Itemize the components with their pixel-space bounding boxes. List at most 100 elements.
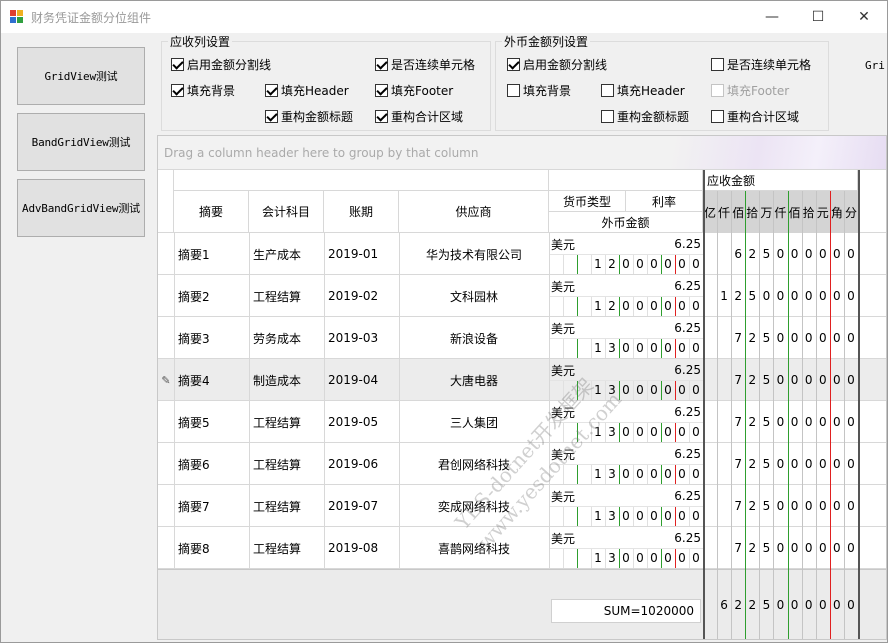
foreign-option-checkbox[interactable]: 是否连续单元格 [711, 56, 811, 72]
col-header-period[interactable]: 账期 [324, 191, 399, 233]
cell-currency[interactable]: 美元 [551, 486, 575, 506]
cell-account[interactable]: 生产成本 [253, 233, 324, 275]
receivable-option-checkbox[interactable]: 重构金额标题 [265, 108, 353, 124]
cell-summary[interactable]: 摘要4 [178, 359, 249, 401]
cell-summary[interactable]: 摘要7 [178, 485, 249, 527]
cell-period[interactable]: 2019-01 [328, 233, 399, 275]
cell-account[interactable]: 工程结算 [253, 527, 324, 569]
foreign-checkbox-box[interactable] [711, 57, 724, 71]
foreign-checkbox-box[interactable] [601, 109, 614, 123]
cell-rate[interactable]: 6.25 [626, 234, 701, 254]
receivable-checkbox-box[interactable] [265, 83, 278, 97]
maximize-button[interactable]: ☐ [795, 1, 841, 33]
cell-account[interactable]: 工程结算 [253, 485, 324, 527]
receivable-checkbox-box[interactable] [375, 83, 388, 97]
cell-currency[interactable]: 美元 [551, 402, 575, 422]
receivable-option-checkbox[interactable]: 填充Footer [375, 82, 453, 98]
foreign-checkbox-box[interactable] [507, 83, 520, 97]
col-header-account[interactable]: 会计科目 [249, 191, 324, 233]
cell-rate[interactable]: 6.25 [626, 486, 701, 506]
table-row[interactable]: 摘要5 工程结算 2019-05 三人集团 美元 6.25 1 3 0 0 0 0 0 0 7 2 5 0 0 0 0 0… [158, 401, 886, 443]
cell-currency[interactable]: 美元 [551, 234, 575, 254]
cell-currency[interactable]: 美元 [551, 444, 575, 464]
cell-supplier[interactable]: 三人集团 [399, 401, 549, 443]
receivable-checkbox-box[interactable] [375, 57, 388, 71]
table-row[interactable]: 摘要7 工程结算 2019-07 奕成网络科技 美元 6.25 1 3 0 0 0 0 0 0 7 2 5 0 0 0… [158, 485, 886, 527]
col-header-supplier[interactable]: 供应商 [399, 191, 549, 233]
foreign-option-checkbox[interactable]: 重构金额标题 [601, 108, 689, 124]
receivable-option-checkbox[interactable]: 启用金额分割线 [171, 56, 271, 72]
cell-currency[interactable]: 美元 [551, 318, 575, 338]
cell-account[interactable]: 制造成本 [253, 359, 324, 401]
foreign-option-checkbox[interactable]: 填充背景 [507, 82, 571, 98]
cell-supplier[interactable]: 君创网络科技 [399, 443, 549, 485]
cell-period[interactable]: 2019-04 [328, 359, 399, 401]
foreign-option-checkbox[interactable]: 填充Header [601, 82, 685, 98]
cell-period[interactable]: 2019-06 [328, 443, 399, 485]
receivable-checkbox-box[interactable] [171, 83, 184, 97]
cell-currency[interactable]: 美元 [551, 360, 575, 380]
receivable-checkbox-box[interactable] [375, 109, 388, 123]
cell-rate[interactable]: 6.25 [626, 276, 701, 296]
cell-account[interactable]: 工程结算 [253, 401, 324, 443]
table-row[interactable]: 摘要8 工程结算 2019-08 喜鹊网络科技 美元 6.25 1 3 0 0 0 0 0 0 7 2 5 0 0 0… [158, 527, 886, 569]
cell-summary[interactable]: 摘要6 [178, 443, 249, 485]
table-row[interactable]: 摘要3 劳务成本 2019-03 新浪设备 美元 6.25 1 3 0 0 0 0 0 0 7 2 5 0 0 0 0 0… [158, 317, 886, 359]
cell-supplier[interactable]: 奕成网络科技 [399, 485, 549, 527]
receivable-option-checkbox[interactable]: 填充Header [265, 82, 349, 98]
foreign-checkbox-box[interactable] [507, 57, 520, 71]
foreign-checkbox-box[interactable] [711, 83, 724, 97]
title-bar[interactable]: 财务凭证金额分位组件 — ☐ ✕ [1, 1, 887, 33]
advbandgridview-test-button[interactable]: AdvBandGridView测试 [17, 179, 145, 237]
bandgridview-test-button[interactable]: BandGridView测试 [17, 113, 145, 171]
advbandgrid[interactable]: Drag a column header here to group by th… [157, 135, 887, 640]
col-header-foreign-amount[interactable]: 外币金额 [549, 212, 703, 233]
cell-supplier[interactable]: 新浪设备 [399, 317, 549, 359]
receivable-checkbox-box[interactable] [265, 109, 278, 123]
cell-rate[interactable]: 6.25 [626, 318, 701, 338]
cell-supplier[interactable]: 华为技术有限公司 [399, 233, 549, 275]
cell-period[interactable]: 2019-07 [328, 485, 399, 527]
receivable-option-checkbox[interactable]: 填充背景 [171, 82, 235, 98]
receivable-checkbox-box[interactable] [171, 57, 184, 71]
minimize-button[interactable]: — [749, 1, 795, 33]
col-header-summary[interactable]: 摘要 [174, 191, 249, 233]
table-row[interactable]: ✎ 摘要4 制造成本 2019-04 大唐电器 美元 6.25 1 3 0 0 0 0 0 0 7 2 5 0 0 0 0… [158, 359, 886, 401]
cell-currency[interactable]: 美元 [551, 528, 575, 548]
cell-currency[interactable]: 美元 [551, 276, 575, 296]
close-button[interactable]: ✕ [841, 1, 887, 33]
table-row[interactable]: 摘要2 工程结算 2019-02 文科园林 美元 6.25 1 2 0 0 0 0 0 0 1 2 5 0 0 0 0 0… [158, 275, 886, 317]
cell-account[interactable]: 劳务成本 [253, 317, 324, 359]
cell-rate[interactable]: 6.25 [626, 528, 701, 548]
receivable-option-checkbox[interactable]: 是否连续单元格 [375, 56, 475, 72]
cell-period[interactable]: 2019-05 [328, 401, 399, 443]
cell-supplier[interactable]: 文科园林 [399, 275, 549, 317]
cell-supplier[interactable]: 喜鹊网络科技 [399, 527, 549, 569]
foreign-option-checkbox[interactable]: 重构合计区域 [711, 108, 799, 124]
foreign-checkbox-box[interactable] [601, 83, 614, 97]
foreign-option-checkbox[interactable]: 启用金额分割线 [507, 56, 607, 72]
cell-summary[interactable]: 摘要8 [178, 527, 249, 569]
cell-period[interactable]: 2019-08 [328, 527, 399, 569]
receivable-option-checkbox[interactable]: 重构合计区域 [375, 108, 463, 124]
table-row[interactable]: 摘要1 生产成本 2019-01 华为技术有限公司 美元 6.25 1 2 0 0 0 0 0 0 6 2 5 0… [158, 233, 886, 275]
cell-rate[interactable]: 6.25 [626, 444, 701, 464]
cell-account[interactable]: 工程结算 [253, 443, 324, 485]
cell-rate[interactable]: 6.25 [626, 402, 701, 422]
cell-summary[interactable]: 摘要3 [178, 317, 249, 359]
table-row[interactable]: 摘要6 工程结算 2019-06 君创网络科技 美元 6.25 1 3 0 0 0 0 0 0 7 2 5 0 0 0… [158, 443, 886, 485]
cell-summary[interactable]: 摘要1 [178, 233, 249, 275]
foreign-option-checkbox[interactable]: 填充Footer [711, 82, 789, 98]
cell-summary[interactable]: 摘要5 [178, 401, 249, 443]
cell-rate[interactable]: 6.25 [626, 360, 701, 380]
cell-account[interactable]: 工程结算 [253, 275, 324, 317]
cell-summary[interactable]: 摘要2 [178, 275, 249, 317]
col-header-currency-type[interactable]: 货币类型 [549, 191, 626, 212]
cell-supplier[interactable]: 大唐电器 [399, 359, 549, 401]
group-by-panel[interactable]: Drag a column header here to group by th… [158, 136, 886, 170]
cell-period[interactable]: 2019-03 [328, 317, 399, 359]
col-header-rate[interactable]: 利率 [626, 191, 703, 212]
foreign-checkbox-box[interactable] [711, 109, 724, 123]
gridview-test-button[interactable]: GridView测试 [17, 47, 145, 105]
cell-period[interactable]: 2019-02 [328, 275, 399, 317]
